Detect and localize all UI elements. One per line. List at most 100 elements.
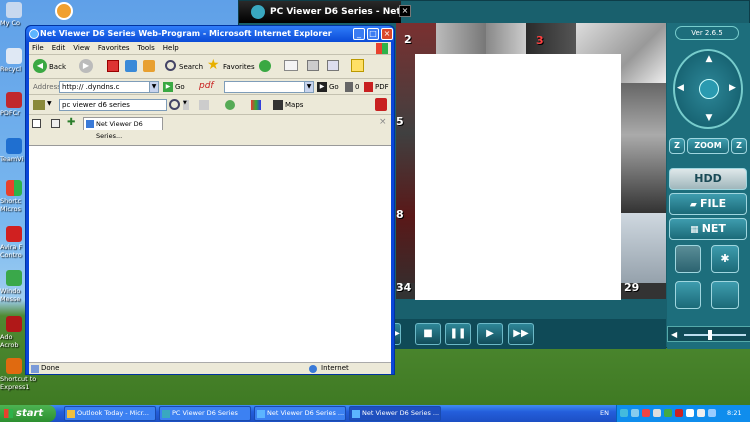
ptz-dpad[interactable]: ▲ ▼ ◀ ▶ <box>673 49 743 129</box>
tools-button[interactable]: ✱ <box>711 245 739 273</box>
home-icon[interactable] <box>143 60 155 72</box>
mail-icon[interactable] <box>284 60 298 71</box>
toolbar-icon[interactable] <box>225 100 235 110</box>
notes-icon[interactable] <box>351 59 364 72</box>
users-button[interactable] <box>711 281 739 309</box>
ptz-center-button[interactable] <box>699 79 719 99</box>
taskbar: start Outlook Today - Micr... PC Viewer … <box>0 405 750 422</box>
arrow-right-icon[interactable]: ▶ <box>729 83 741 95</box>
toolbar-options-icon[interactable]: ▼ <box>47 100 52 107</box>
back-button[interactable]: Back <box>49 60 66 74</box>
tray-icon[interactable] <box>642 409 650 417</box>
stop-icon[interactable] <box>107 60 119 72</box>
pc-viewer-close-button[interactable]: × <box>399 5 411 17</box>
camera-feed[interactable] <box>616 83 666 213</box>
task-pc-viewer[interactable]: PC Viewer D6 Series <box>159 406 251 421</box>
arrow-down-icon[interactable]: ▼ <box>700 113 718 125</box>
task-net-viewer-2[interactable]: Net Viewer D6 Series ... <box>349 406 441 421</box>
volume-slider[interactable]: ◀ <box>667 326 750 342</box>
favorites-star-icon[interactable]: ★ <box>207 57 220 73</box>
desktop-icon-my-computer[interactable]: My Co <box>0 2 30 27</box>
camera-number: 8 <box>396 208 404 221</box>
address-dropdown-button[interactable]: ▼ <box>149 81 159 93</box>
menu-help[interactable]: Help <box>163 42 179 54</box>
tray-icon[interactable] <box>686 409 694 417</box>
tab-close-icon[interactable]: × <box>379 117 387 127</box>
tray-icon[interactable] <box>708 409 716 417</box>
go-arrow-icon[interactable]: ▶ <box>163 82 173 92</box>
pdf-dropdown-button[interactable]: ▼ <box>304 81 314 93</box>
stop-button[interactable]: ■ <box>415 323 441 345</box>
toolbar-dropdown-icon[interactable]: ▼ <box>183 100 189 110</box>
clock[interactable]: 8:21 <box>727 405 742 422</box>
menu-view[interactable]: View <box>73 42 90 54</box>
network-config-button[interactable] <box>675 281 701 309</box>
tray-icon[interactable] <box>631 409 639 417</box>
pdf-input[interactable] <box>224 81 312 93</box>
go2-button[interactable]: Go <box>329 80 339 94</box>
new-tab-icon[interactable]: ✚ <box>67 117 75 128</box>
toolbar-search-icon[interactable] <box>169 99 180 110</box>
camera-number: 29 <box>624 281 640 294</box>
zoom-in-button[interactable]: Z <box>731 138 747 154</box>
pdf-button[interactable]: PDF <box>375 80 389 94</box>
camera-feed[interactable] <box>526 23 576 54</box>
arrow-up-icon[interactable]: ▲ <box>700 54 718 66</box>
play-forward-button[interactable]: ▶ <box>477 323 503 345</box>
tab-overview-icon[interactable] <box>51 119 60 128</box>
tray-icon[interactable] <box>675 409 683 417</box>
toolbar-icon[interactable] <box>251 100 261 110</box>
back-arrow-icon[interactable]: ◀ <box>33 59 47 73</box>
file-button[interactable]: ▰ FILE <box>669 193 747 215</box>
net-button[interactable]: ▦ NET <box>669 218 747 240</box>
refresh-icon[interactable] <box>125 60 137 72</box>
hdd-button[interactable]: HDD <box>669 168 747 190</box>
teamviewer-icon <box>6 138 22 154</box>
task-outlook[interactable]: Outlook Today - Micr... <box>64 406 156 421</box>
arrow-left-icon[interactable]: ◀ <box>677 83 689 95</box>
tray-icon[interactable] <box>697 409 705 417</box>
volume-thumb[interactable] <box>708 330 712 340</box>
close-button[interactable]: × <box>381 28 393 40</box>
go-button[interactable]: Go <box>175 80 185 94</box>
fast-forward-button[interactable]: ▶▶ <box>508 323 534 345</box>
search-icon[interactable] <box>165 60 176 71</box>
address-input[interactable]: http:// .dyndns.c <box>59 81 159 93</box>
desktop-icon-label: Recycl <box>0 65 22 73</box>
media-icon[interactable] <box>55 2 73 20</box>
search-button[interactable]: Search <box>179 60 203 74</box>
language-indicator[interactable]: EN <box>600 405 609 422</box>
storage-button[interactable] <box>675 245 701 273</box>
edit-icon[interactable] <box>327 60 339 71</box>
forward-arrow-icon[interactable]: ▶ <box>79 59 93 73</box>
toolbar-search-input[interactable]: pc viewer d6 series <box>59 99 167 111</box>
tray-icon[interactable] <box>664 409 672 417</box>
standard-toolbar: ◀ Back ▶ Search ★ Favorites <box>29 55 391 79</box>
menu-file[interactable]: File <box>32 42 44 54</box>
menu-favorites[interactable]: Favorites <box>98 42 130 54</box>
history-icon[interactable] <box>259 60 271 72</box>
camera-feed[interactable] <box>436 23 486 54</box>
menu-edit[interactable]: Edit <box>52 42 66 54</box>
tray-icon[interactable] <box>620 409 628 417</box>
pause-button[interactable]: ❚❚ <box>445 323 471 345</box>
tray-icon[interactable] <box>653 409 661 417</box>
maps-icon[interactable] <box>273 100 283 110</box>
camera-feed[interactable] <box>486 23 526 54</box>
menu-tools[interactable]: Tools <box>138 42 155 54</box>
tab-list-icon[interactable] <box>32 119 41 128</box>
maps-button[interactable]: Maps <box>285 98 303 112</box>
toolbar-icon[interactable] <box>199 100 209 110</box>
pdf-file-icon[interactable] <box>364 82 373 92</box>
print-icon[interactable] <box>307 60 319 71</box>
favorites-button[interactable]: Favorites <box>223 60 255 74</box>
minimize-button[interactable]: _ <box>353 28 365 40</box>
maximize-button[interactable]: □ <box>367 28 379 40</box>
toolbar-right-icon[interactable] <box>375 98 387 111</box>
go2-arrow-icon[interactable]: ▶ <box>317 82 327 92</box>
zoom-out-button[interactable]: Z <box>669 138 685 154</box>
start-button[interactable]: start <box>0 405 56 422</box>
page-content[interactable] <box>29 145 391 362</box>
tab-net-viewer[interactable]: Net Viewer D6 Series... <box>83 117 163 140</box>
task-net-viewer-1[interactable]: Net Viewer D6 Series ... <box>254 406 346 421</box>
